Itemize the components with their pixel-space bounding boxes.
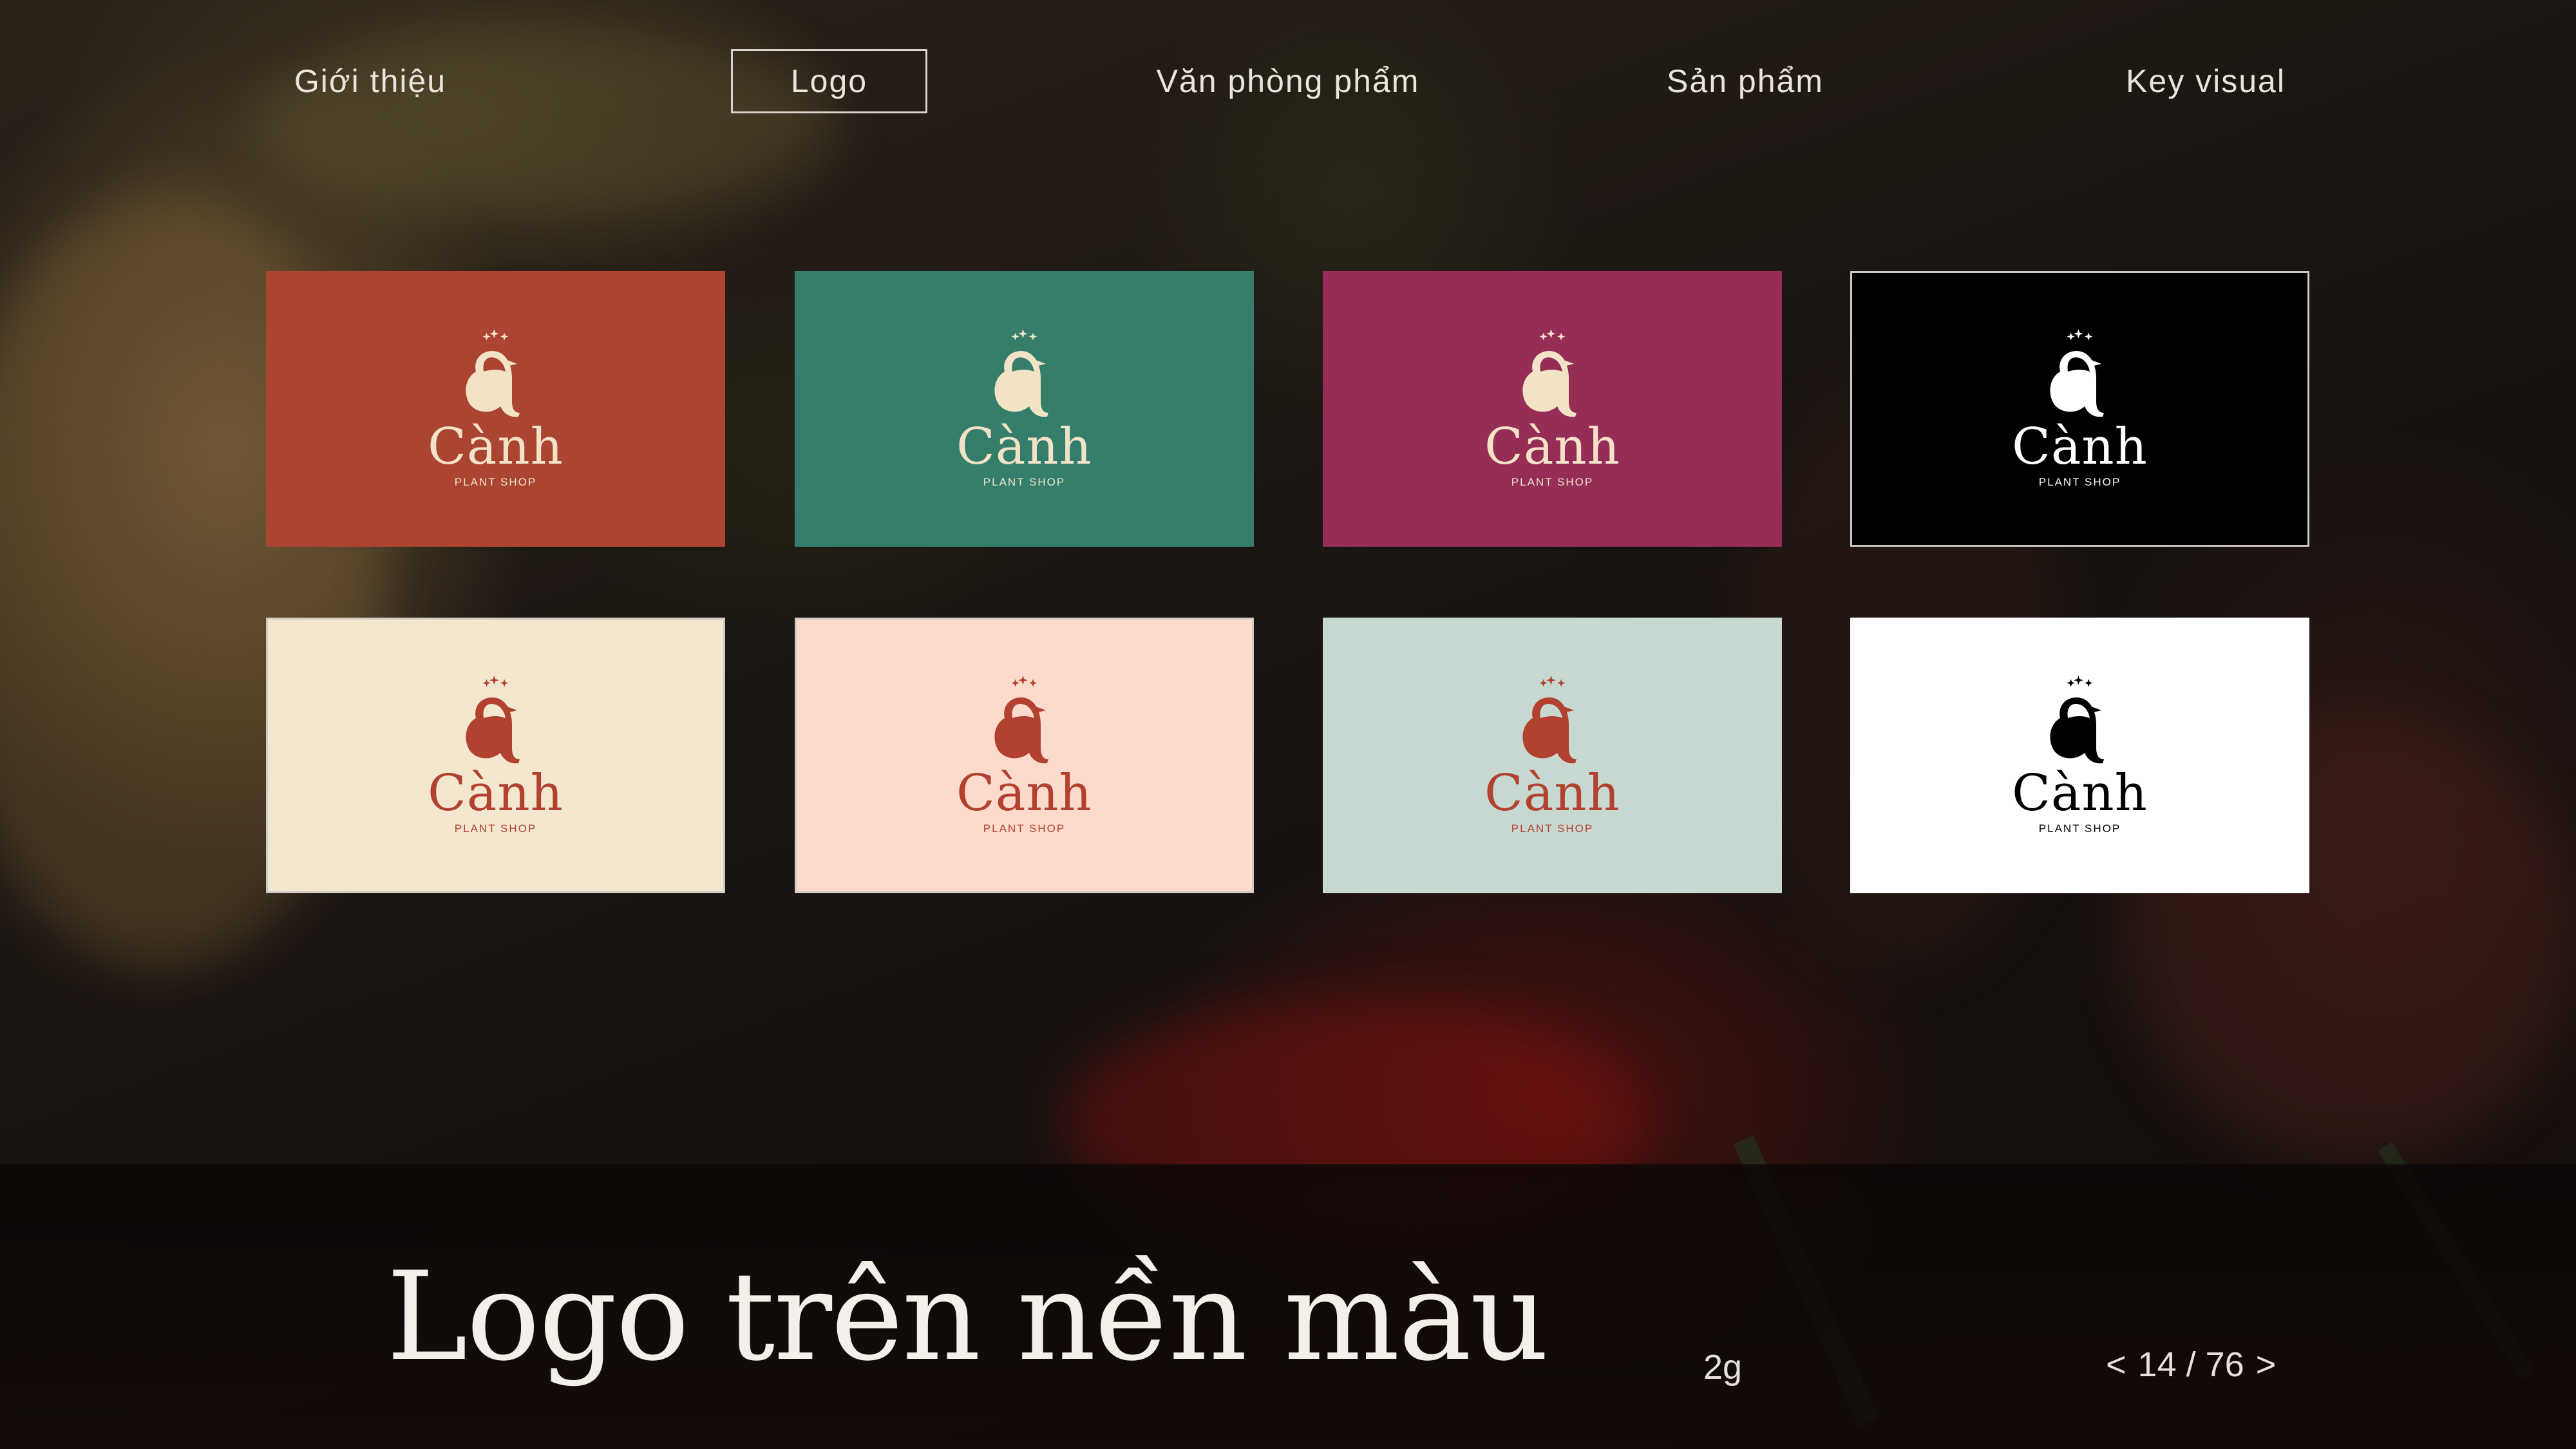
- logo-wordmark: Cành: [2012, 764, 2148, 822]
- nav-item-van-phong-pham[interactable]: Văn phòng phẩm: [1133, 49, 1443, 113]
- logo-wordmark: Cành: [2012, 418, 2148, 476]
- logo-tagline: PLANT SHOP: [2038, 822, 2121, 835]
- logo-card: Cành PLANT SHOP: [1323, 271, 1782, 547]
- chevron-right-icon[interactable]: >: [2256, 1345, 2277, 1385]
- logo-tagline: PLANT SHOP: [983, 822, 1066, 835]
- bird-letter-a-icon: [994, 329, 1048, 417]
- brand-logo: Cành PLANT SHOP: [1484, 676, 1620, 835]
- brand-logo: Cành PLANT SHOP: [1484, 329, 1620, 489]
- bird-letter-a-icon: [1522, 676, 1577, 764]
- bird-letter-a-icon: [1522, 329, 1577, 417]
- logo-wordmark: Cành: [956, 418, 1092, 476]
- logo-card: Cành PLANT SHOP: [1323, 618, 1782, 893]
- chevron-left-icon[interactable]: <: [2106, 1345, 2126, 1385]
- brand-logo: Cành PLANT SHOP: [428, 676, 564, 835]
- logo-wordmark: Cành: [428, 764, 564, 822]
- top-nav: Giới thiệu Logo Văn phòng phẩm Sản phẩm …: [0, 0, 2576, 161]
- logo-wordmark: Cành: [428, 418, 564, 476]
- brand-logo: Cành PLANT SHOP: [2012, 676, 2148, 835]
- logo-card: Cành PLANT SHOP: [266, 618, 725, 893]
- brand-logo: Cành PLANT SHOP: [956, 676, 1092, 835]
- pager: < 14 / 76 >: [2106, 1345, 2276, 1385]
- bird-letter-a-icon: [465, 676, 520, 764]
- nav-item-gioi-thieu[interactable]: Giới thiệu: [277, 49, 464, 113]
- logo-card: Cành PLANT SHOP: [795, 618, 1254, 893]
- logo-card: Cành PLANT SHOP: [266, 271, 725, 547]
- logo-card: Cành PLANT SHOP: [1850, 271, 2309, 547]
- logo-wordmark: Cành: [1484, 764, 1620, 822]
- brand-logo: Cành PLANT SHOP: [956, 329, 1092, 489]
- bird-letter-a-icon: [465, 329, 520, 417]
- logo-card: Cành PLANT SHOP: [795, 271, 1254, 547]
- bird-letter-a-icon: [994, 676, 1048, 764]
- logo-tagline: PLANT SHOP: [1511, 822, 1594, 835]
- slide-title: Logo trên nền màu: [386, 1245, 1549, 1388]
- logo-wordmark: Cành: [956, 764, 1092, 822]
- logo-tagline: PLANT SHOP: [1511, 476, 1594, 488]
- brand-logo: Cành PLANT SHOP: [2012, 329, 2148, 489]
- nav-item-key-visual[interactable]: Key visual: [2106, 49, 2306, 113]
- bird-letter-a-icon: [2049, 676, 2104, 764]
- nav-item-logo[interactable]: Logo: [731, 49, 927, 113]
- logo-tagline: PLANT SHOP: [454, 476, 537, 488]
- page-indicator: 14 / 76: [2137, 1345, 2244, 1384]
- slide-code: 2g: [1703, 1348, 1743, 1387]
- logo-tagline: PLANT SHOP: [454, 822, 537, 835]
- nav-item-san-pham[interactable]: Sản phẩm: [1649, 49, 1842, 113]
- logo-tagline: PLANT SHOP: [983, 476, 1066, 488]
- bird-letter-a-icon: [2049, 329, 2104, 417]
- brand-logo: Cành PLANT SHOP: [428, 329, 564, 489]
- logo-tagline: PLANT SHOP: [2038, 476, 2121, 488]
- logo-wordmark: Cành: [1484, 418, 1620, 476]
- logo-card: Cành PLANT SHOP: [1850, 618, 2309, 893]
